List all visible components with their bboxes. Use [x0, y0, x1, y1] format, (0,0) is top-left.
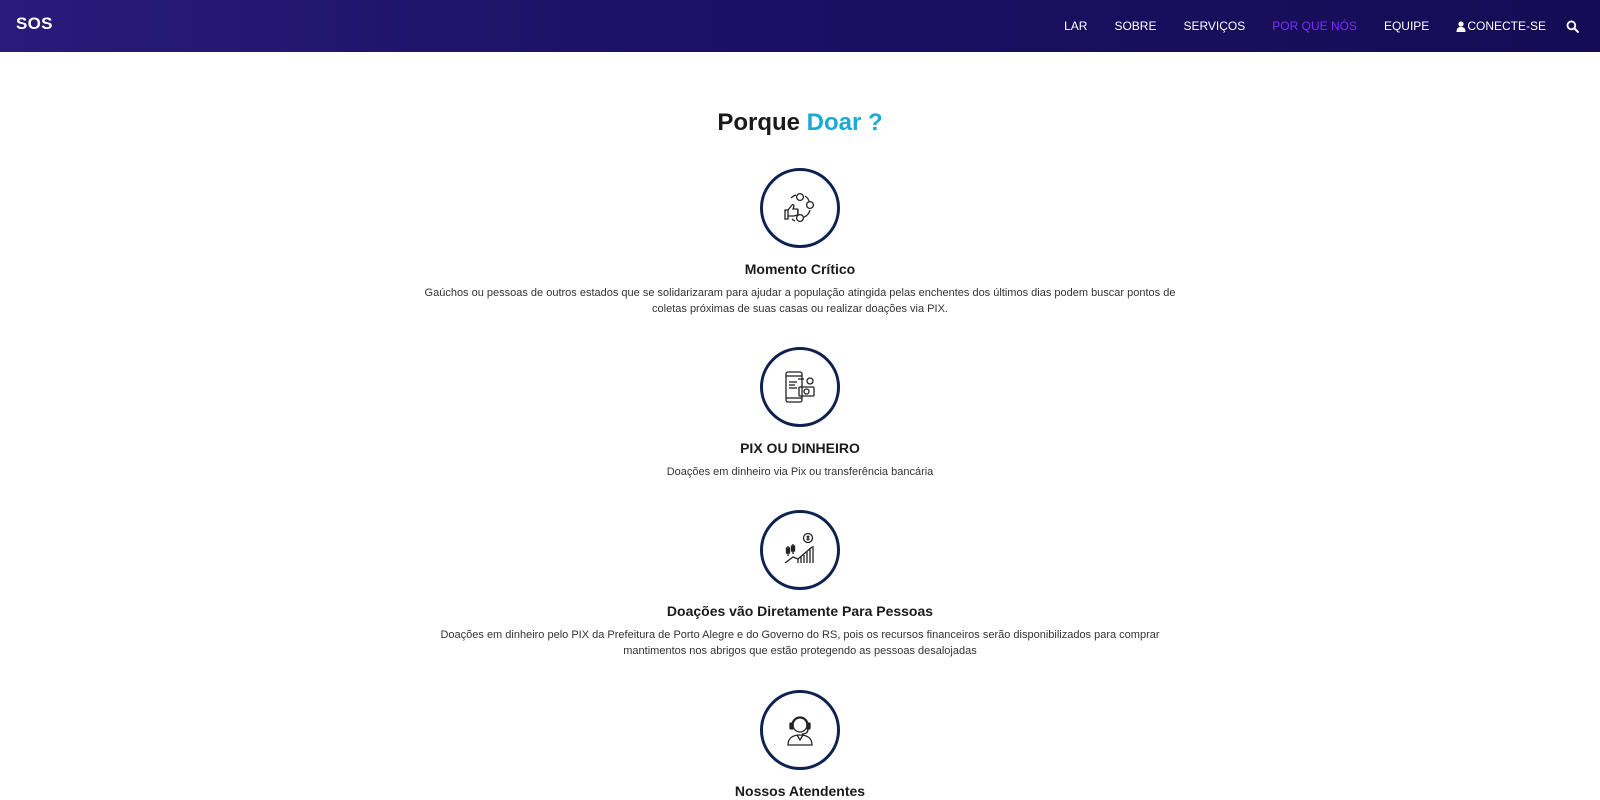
- feature-title: Nossos Atendentes: [734, 783, 866, 799]
- money-growth-icon: [784, 532, 814, 564]
- feature-title: Momento Crítico: [744, 261, 856, 277]
- feature-doacoes-diretas: Doações vão Diretamente Para Pessoas Doa…: [0, 510, 1600, 659]
- nav-link-por-que-nos[interactable]: POR QUE NÓS: [1272, 19, 1357, 33]
- main-nav: LAR SOBRE SERVIÇOS POR QUE NÓS EQUIPE CO…: [1037, 0, 1580, 52]
- feature-icon-circle: [760, 347, 840, 427]
- feature-icon-circle: [760, 168, 840, 248]
- feature-momento-critico: Momento Crítico Gaúchos ou pessoas de ou…: [0, 168, 1600, 317]
- feature-title: PIX OU DINHEIRO: [740, 440, 860, 456]
- mobile-payment-icon: [785, 371, 815, 403]
- nav-link-equipe[interactable]: EQUIPE: [1384, 19, 1429, 33]
- brand-logo[interactable]: SOS: [16, 14, 53, 34]
- feature-nossos-atendentes: Nossos Atendentes: [0, 690, 1600, 800]
- section-title-prefix: Porque: [717, 109, 800, 136]
- social-network-icon: [784, 192, 815, 223]
- search-button[interactable]: [1566, 19, 1580, 33]
- user-icon: [1456, 20, 1466, 32]
- feature-description: Doações em dinheiro via Pix ou transferê…: [666, 466, 934, 478]
- top-navbar: SOS LAR SOBRE SERVIÇOS POR QUE NÓS EQUIP…: [0, 0, 1600, 52]
- feature-description: Gaúchos ou pessoas de outros estados que…: [424, 287, 1176, 315]
- feature-description: Doações em dinheiro pelo PIX da Prefeitu…: [440, 629, 1160, 657]
- nav-link-servicos[interactable]: SERVIÇOS: [1183, 19, 1245, 33]
- nav-link-conecte-se[interactable]: CONECTE-SE: [1456, 19, 1546, 33]
- support-agent-icon: [787, 716, 813, 746]
- search-icon: [1566, 20, 1579, 33]
- nav-link-sobre[interactable]: SOBRE: [1114, 19, 1156, 33]
- section-title-accent: Doar ?: [806, 109, 883, 136]
- nav-link-conecte-se-label: CONECTE-SE: [1467, 19, 1546, 33]
- feature-pix-ou-dinheiro: PIX OU DINHEIRO Doações em dinheiro via …: [0, 347, 1600, 480]
- nav-link-lar[interactable]: LAR: [1064, 19, 1087, 33]
- section-title: Porque Doar ?: [0, 109, 1600, 137]
- feature-icon-circle: [760, 510, 840, 590]
- feature-title: Doações vão Diretamente Para Pessoas: [666, 603, 934, 619]
- feature-icon-circle: [760, 690, 840, 770]
